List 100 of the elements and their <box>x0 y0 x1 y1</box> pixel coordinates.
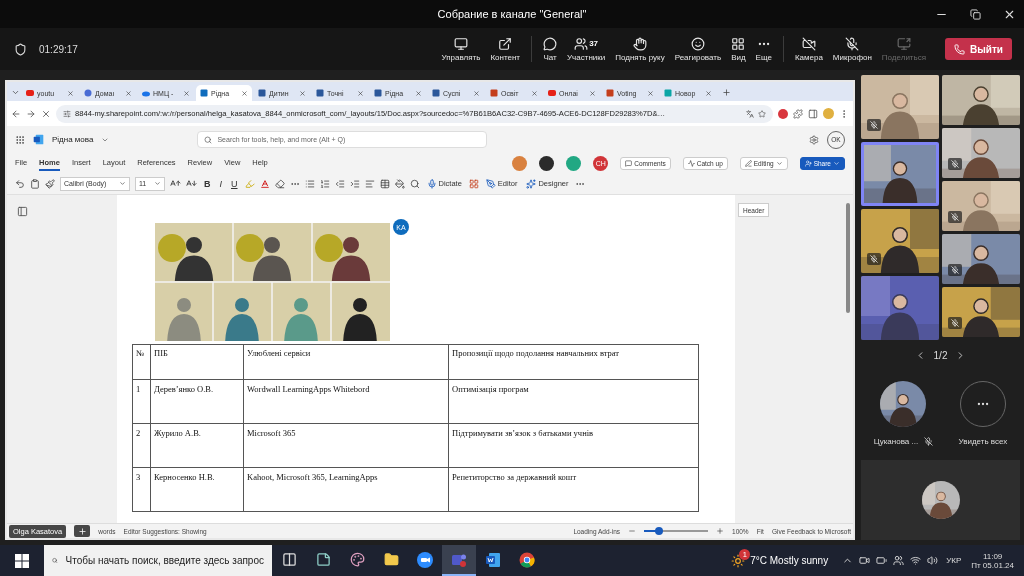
format-button[interactable]: U <box>229 178 240 189</box>
settings-icon[interactable] <box>809 134 819 145</box>
side-panel-icon[interactable] <box>808 108 818 119</box>
manage-button[interactable]: Управлять <box>436 34 486 64</box>
find-icon[interactable] <box>409 178 420 189</box>
search-field[interactable]: Чтобы начать поиск, введите здесь запрос <box>44 545 272 576</box>
styles-icon[interactable] <box>468 178 479 189</box>
see-all-label[interactable]: Увидеть всех <box>958 437 1008 446</box>
shrink-font-icon[interactable] <box>186 178 197 189</box>
undo-icon[interactable] <box>15 178 25 189</box>
forward-icon[interactable] <box>26 108 36 119</box>
puzzle-icon[interactable] <box>793 108 803 119</box>
column-header: Улюблені сервіси <box>243 344 449 380</box>
more-button[interactable]: Еще <box>750 34 777 64</box>
caret-icon <box>833 159 840 167</box>
pulse-icon <box>687 159 695 167</box>
content-button[interactable]: Контент <box>485 34 525 64</box>
camera-button[interactable]: Камера <box>789 34 828 64</box>
font-color-icon[interactable] <box>259 178 270 189</box>
app-launcher-icon[interactable] <box>15 134 25 145</box>
hand-icon <box>632 36 647 51</box>
numbering-icon[interactable] <box>319 178 330 189</box>
leave-button[interactable]: Выйти <box>945 38 1012 60</box>
translate-icon <box>746 109 754 118</box>
page-indicator: 1/2 <box>933 350 948 361</box>
paste-icon[interactable] <box>30 178 40 189</box>
collaborator-avatar[interactable] <box>539 155 555 171</box>
volume-icon[interactable] <box>927 555 939 566</box>
grow-font-icon[interactable] <box>170 178 181 189</box>
new-tab-icon[interactable] <box>722 88 731 97</box>
caret-icon <box>775 159 783 167</box>
hand-button[interactable]: Поднять руку <box>610 34 670 64</box>
cloud-icon <box>142 89 150 97</box>
clock[interactable]: 11:09 Пт 05.01.24 <box>971 551 1014 570</box>
outdent-icon[interactable] <box>334 178 345 189</box>
word-app-icon <box>485 551 501 568</box>
tab-list-icon[interactable] <box>11 88 20 97</box>
chart-icon <box>490 89 498 97</box>
table-cell: 1 <box>132 379 151 424</box>
indent-icon[interactable] <box>349 178 360 189</box>
scrollbar[interactable] <box>846 203 850 313</box>
bullets-icon[interactable] <box>304 178 315 189</box>
language-indicator[interactable]: УКР <box>946 556 962 565</box>
document-title[interactable]: Рідна мова <box>52 135 94 144</box>
battery-icon[interactable] <box>876 555 888 566</box>
extension-icon[interactable] <box>778 108 788 119</box>
task-view-icon <box>281 552 297 567</box>
mic-icon <box>426 178 437 189</box>
table-cell: Kahoot, Microsoft 365, LearningApps <box>243 467 449 512</box>
mic-button[interactable]: Микрофон <box>827 34 877 64</box>
table-cell: Репетиторство за державний кошт <box>448 467 699 512</box>
windows-logo-icon <box>15 553 29 568</box>
word-icon <box>432 89 440 97</box>
format-button[interactable]: I <box>217 178 224 189</box>
table-cell: 3 <box>132 467 151 512</box>
format-button[interactable]: B <box>202 178 213 189</box>
column-header: Пропозиції щодо подолання навчальних втрат <box>448 344 699 380</box>
participant-count: 37 <box>589 39 599 48</box>
document-icon <box>200 89 208 97</box>
camera-off-icon <box>801 36 816 51</box>
people-icon[interactable] <box>893 555 905 566</box>
zoom-thumb[interactable] <box>655 527 664 535</box>
video-app-icon <box>417 551 433 568</box>
app-icon <box>664 89 672 97</box>
youtube-icon <box>26 89 34 97</box>
pen-icon <box>744 159 752 167</box>
monitor-icon <box>453 36 468 51</box>
shading-icon[interactable] <box>394 178 405 189</box>
camera-icon[interactable] <box>859 555 871 566</box>
navigation-pane-icon[interactable] <box>17 206 28 217</box>
word-icon <box>316 89 324 97</box>
view-button[interactable]: Вид <box>726 34 751 64</box>
wifi-icon[interactable] <box>910 555 922 566</box>
people-button[interactable]: 37 Участники <box>562 34 611 64</box>
table-cell: 2 <box>132 423 151 468</box>
chat-button[interactable]: Чат <box>538 34 562 64</box>
plus-icon <box>77 526 87 536</box>
clear-format-icon[interactable] <box>274 178 285 189</box>
open-box-icon <box>498 36 513 51</box>
mic-off-icon <box>845 36 860 51</box>
grid-icon <box>731 36 746 51</box>
search-icon <box>204 135 213 144</box>
table-cell: Керносенко Н.В. <box>150 467 244 512</box>
shield-icon <box>14 42 27 56</box>
person-add-icon <box>804 159 812 167</box>
people-icon <box>574 36 589 51</box>
sparkle-icon <box>526 178 537 189</box>
borders-icon[interactable] <box>379 178 390 189</box>
format-painter-icon[interactable] <box>45 178 55 189</box>
back-icon[interactable] <box>11 108 21 119</box>
column-header: № <box>132 344 151 380</box>
align-icon[interactable] <box>364 178 375 189</box>
add-button[interactable] <box>74 525 91 537</box>
caret-icon <box>119 180 126 187</box>
restore-icon[interactable] <box>970 8 981 20</box>
react-button[interactable]: Реагировать <box>669 34 727 64</box>
table-cell: Оптимізація програм <box>448 379 699 424</box>
stop-icon[interactable] <box>41 108 51 119</box>
zoom-in-icon[interactable] <box>716 527 724 535</box>
palette-icon <box>349 552 365 567</box>
